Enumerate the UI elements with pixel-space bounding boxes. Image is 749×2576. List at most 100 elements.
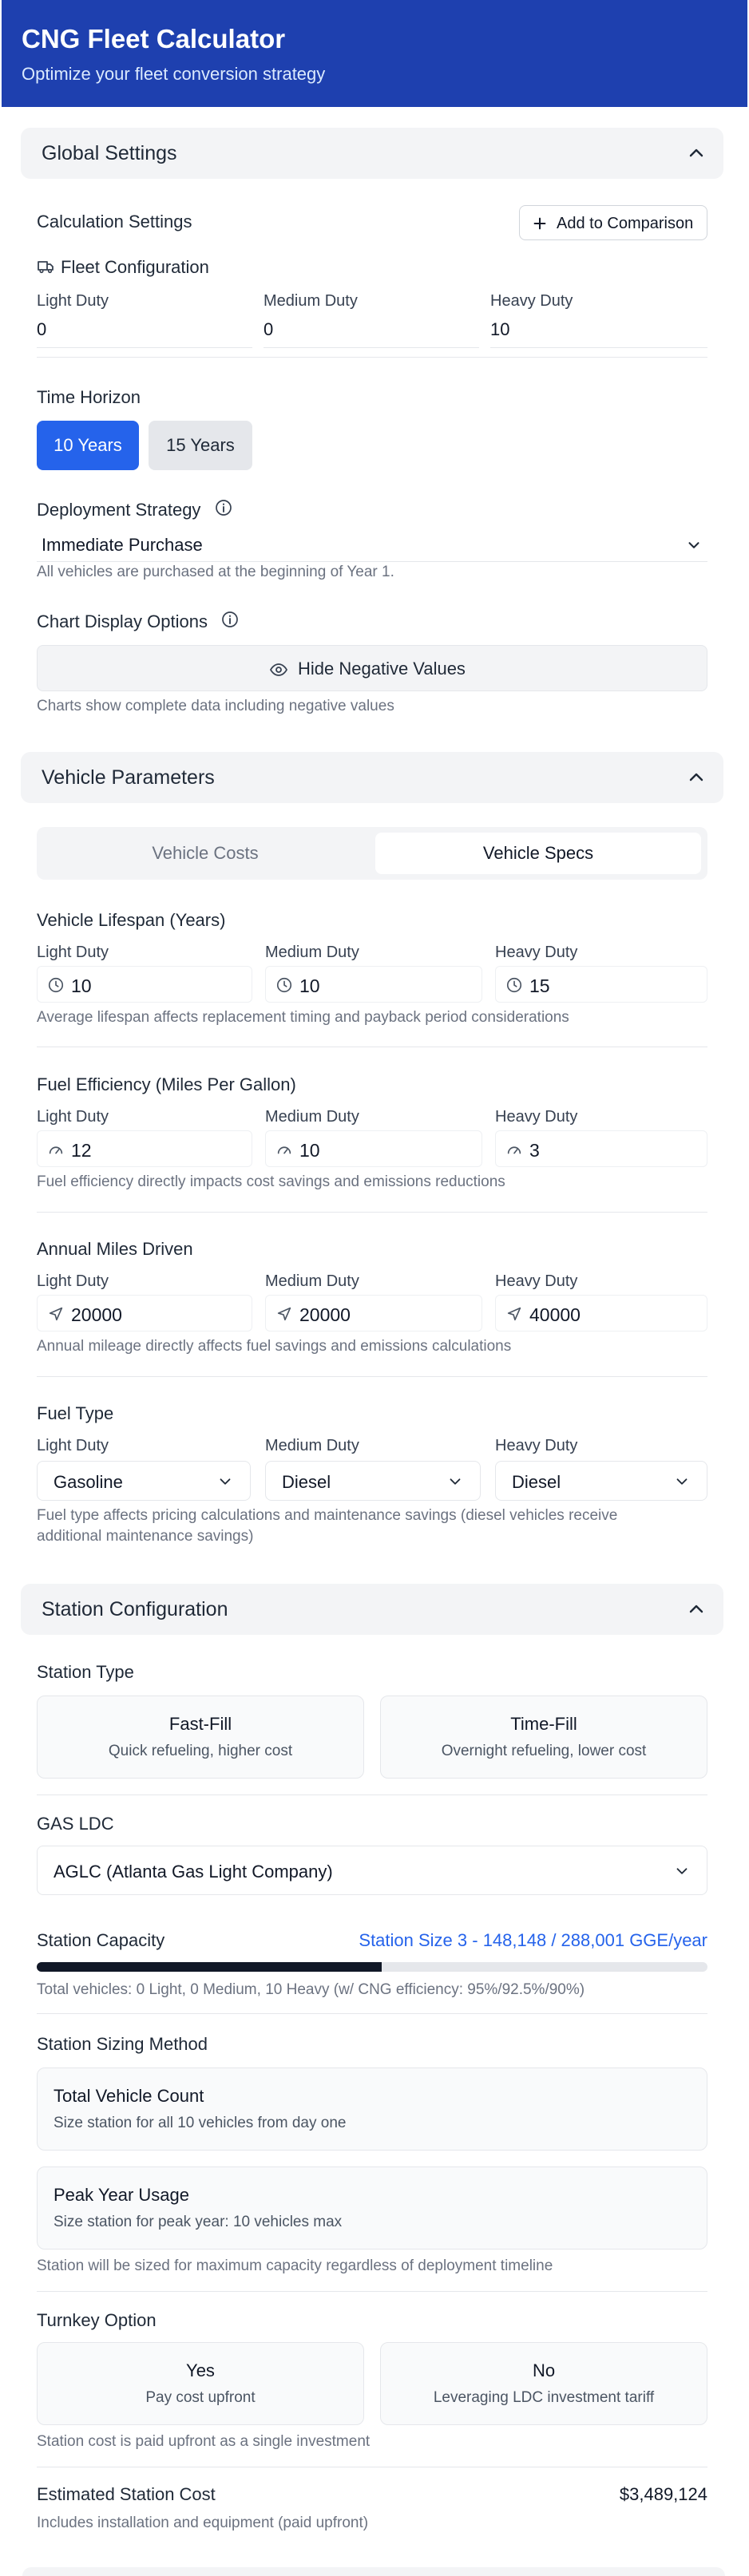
clock-icon [276, 977, 292, 993]
app-header: CNG Fleet Calculator Optimize your fleet… [2, 0, 747, 107]
option-desc: Pay cost upfront [145, 2389, 256, 2406]
light-duty-label: Light Duty [37, 944, 109, 961]
light-duty-label: Light Duty [37, 1108, 109, 1126]
gas-ldc-select[interactable]: AGLC (Atlanta Gas Light Company) [37, 1846, 707, 1895]
option-desc: Quick refueling, higher cost [108, 1743, 293, 1759]
time-fill-option[interactable]: Time-Fill Overnight refueling, lower cos… [380, 1696, 707, 1779]
deployment-help: All vehicles are purchased at the beginn… [37, 564, 394, 580]
medium-miles-input[interactable]: 20000 [265, 1295, 482, 1332]
sizing-method-label: Station Sizing Method [37, 2034, 208, 2054]
input-value: 10 [299, 1140, 320, 1161]
app-subtitle: Optimize your fleet conversion strategy [22, 64, 326, 84]
clock-icon [506, 977, 522, 993]
chevron-up-icon [689, 148, 703, 157]
info-icon[interactable] [220, 610, 240, 629]
light-lifespan-input[interactable]: 10 [37, 966, 252, 1003]
capacity-value: Station Size 3 - 148,148 / 288,001 GGE/y… [359, 1930, 707, 1950]
divider [37, 357, 707, 358]
vehicle-parameters-header[interactable]: Vehicle Parameters [21, 752, 723, 803]
input-value: 10 [299, 975, 320, 996]
divider [37, 2013, 707, 2014]
turnkey-yes-option[interactable]: Yes Pay cost upfront [37, 2342, 364, 2425]
light-duty-count-input[interactable]: 0 [37, 313, 252, 348]
est-station-cost-value: $3,489,124 [619, 2484, 707, 2504]
info-icon[interactable] [214, 498, 233, 517]
heavy-duty-label: Heavy Duty [495, 1108, 578, 1126]
medium-fuel-type-select[interactable]: Diesel [265, 1461, 481, 1501]
chevron-down-icon [676, 1478, 688, 1485]
chevron-down-icon [450, 1478, 461, 1485]
chart-options-heading: Chart Display Options [37, 611, 240, 632]
global-settings-header[interactable]: Global Settings [21, 128, 723, 179]
heavy-duty-count-input[interactable]: 10 [490, 313, 707, 348]
tab-vehicle-specs[interactable]: Vehicle Specs [375, 833, 701, 874]
est-station-cost-label: Estimated Station Cost [37, 2484, 216, 2504]
time-15-years-button[interactable]: 15 Years [149, 421, 252, 470]
medium-lifespan-input[interactable]: 10 [265, 966, 482, 1003]
option-title: No [532, 2360, 556, 2380]
gauge-icon [49, 1146, 63, 1154]
medium-duty-count-input[interactable]: 0 [264, 313, 479, 348]
heavy-duty-label: Heavy Duty [495, 944, 578, 961]
medium-duty-label: Medium Duty [265, 1272, 359, 1290]
miles-help: Annual mileage directly affects fuel sav… [37, 1338, 512, 1355]
medium-duty-label: Medium Duty [265, 944, 359, 961]
heavy-lifespan-input[interactable]: 15 [495, 966, 707, 1003]
section-title: Station Configuration [42, 1598, 228, 1620]
heavy-efficiency-input[interactable]: 3 [495, 1130, 707, 1167]
input-value: 20000 [71, 1304, 122, 1325]
capacity-help: Total vehicles: 0 Light, 0 Medium, 10 He… [37, 1981, 585, 1998]
navigation-icon [49, 1307, 63, 1321]
fuel-type-label: Fuel Type [37, 1403, 114, 1423]
input-value: 10 [71, 975, 92, 996]
add-to-comparison-button[interactable]: Add to Comparison [519, 205, 707, 240]
hide-negative-values-button[interactable]: Hide Negative Values [37, 645, 707, 691]
calc-settings-label: Calculation Settings [37, 212, 192, 231]
divider [37, 2291, 707, 2292]
select-value: AGLC (Atlanta Gas Light Company) [54, 1862, 333, 1882]
tab-vehicle-costs[interactable]: Vehicle Costs [42, 833, 369, 874]
turnkey-label: Turnkey Option [37, 2310, 157, 2330]
add-to-comparison-label: Add to Comparison [557, 215, 694, 232]
light-duty-label: Light Duty [37, 1272, 109, 1290]
sizing-total-count-option[interactable]: Total Vehicle Count Size station for all… [37, 2068, 707, 2151]
station-type-label: Station Type [37, 1662, 134, 1682]
gauge-icon [277, 1146, 291, 1154]
heavy-fuel-type-select[interactable]: Diesel [495, 1461, 707, 1501]
app-title: CNG Fleet Calculator [22, 24, 286, 53]
heavy-miles-input[interactable]: 40000 [495, 1295, 707, 1332]
gauge-icon [507, 1146, 521, 1154]
heavy-duty-label: Heavy Duty [495, 1437, 578, 1454]
deployment-strategy-select[interactable]: Immediate Purchase [37, 527, 707, 562]
lifespan-label: Vehicle Lifespan (Years) [37, 910, 226, 930]
chart-options-help: Charts show complete data including nega… [37, 698, 394, 714]
navigation-icon [277, 1307, 291, 1321]
vehicle-tabs: Vehicle Costs Vehicle Specs [37, 827, 707, 880]
clock-icon [48, 977, 64, 993]
gas-ldc-label: GAS LDC [37, 1814, 114, 1834]
light-miles-input[interactable]: 20000 [37, 1295, 252, 1332]
option-title: Yes [186, 2360, 215, 2380]
input-value: 40000 [529, 1304, 581, 1325]
light-fuel-type-select[interactable]: Gasoline [37, 1461, 251, 1501]
time-horizon-label: Time Horizon [37, 387, 141, 407]
station-config-header[interactable]: Station Configuration [21, 1584, 723, 1635]
sizing-help: Station will be sized for maximum capaci… [37, 2257, 553, 2274]
sizing-peak-year-option[interactable]: Peak Year Usage Size station for peak ye… [37, 2166, 707, 2250]
capacity-label: Station Capacity [37, 1930, 165, 1950]
fast-fill-option[interactable]: Fast-Fill Quick refueling, higher cost [37, 1696, 364, 1779]
chevron-up-icon [689, 1605, 703, 1613]
light-duty-label: Light Duty [37, 292, 109, 310]
light-efficiency-input[interactable]: 12 [37, 1130, 252, 1167]
divider [37, 1794, 707, 1795]
turnkey-no-option[interactable]: No Leveraging LDC investment tariff [380, 2342, 707, 2425]
medium-duty-label: Medium Duty [265, 1437, 359, 1454]
lifespan-help: Average lifespan affects replacement tim… [37, 1009, 569, 1026]
medium-efficiency-input[interactable]: 10 [265, 1130, 482, 1167]
plus-icon [533, 217, 546, 230]
chevron-down-icon [676, 1868, 688, 1874]
option-desc: Size station for peak year: 10 vehicles … [54, 2214, 343, 2230]
option-title: Fast-Fill [168, 1714, 232, 1734]
medium-duty-label: Medium Duty [264, 292, 358, 310]
time-10-years-button[interactable]: 10 Years [37, 421, 139, 470]
